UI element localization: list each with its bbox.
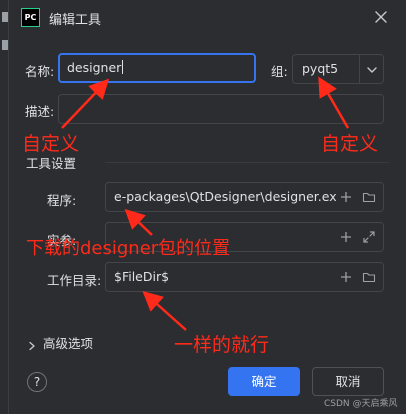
chevron-down-icon[interactable] xyxy=(365,62,379,76)
working-directory-label: 工作目录: xyxy=(47,273,102,288)
plus-icon[interactable] xyxy=(339,190,353,204)
name-input[interactable]: designer xyxy=(58,53,256,83)
close-icon[interactable] xyxy=(373,9,389,25)
title-bar: PC 编辑工具 xyxy=(9,0,406,34)
working-directory-input[interactable]: $FileDir$ xyxy=(105,262,384,292)
annotation-group: 自定义 xyxy=(321,133,379,155)
group-combobox-value: pyqt5 xyxy=(302,61,339,76)
group-label: 组: xyxy=(271,64,288,79)
description-input[interactable] xyxy=(58,94,384,124)
folder-icon[interactable] xyxy=(362,270,376,284)
combobox-divider xyxy=(359,55,360,83)
annotation-name: 自定义 xyxy=(22,133,80,155)
section-divider xyxy=(105,162,389,163)
help-button[interactable]: ? xyxy=(27,372,47,392)
advanced-options-toggle[interactable]: 高级选项 xyxy=(43,333,93,352)
watermark: CSDN @天启乘风 xyxy=(324,399,398,409)
expand-icon[interactable] xyxy=(362,230,376,244)
program-label: 程序: xyxy=(47,193,77,208)
ok-button[interactable]: 确定 xyxy=(228,367,300,396)
description-label: 描述: xyxy=(25,104,55,119)
group-combobox[interactable]: pyqt5 xyxy=(292,54,384,84)
cancel-button[interactable]: 取消 xyxy=(312,367,384,396)
plus-icon[interactable] xyxy=(339,270,353,284)
dialog-title: 编辑工具 xyxy=(49,13,102,28)
program-input-value: e-packages\QtDesigner\designer.exe xyxy=(114,189,336,204)
name-label: 名称: xyxy=(25,64,55,79)
annotation-program: 下载的designer包的位置 xyxy=(26,238,231,259)
plus-icon[interactable] xyxy=(339,230,353,244)
chevron-right-icon[interactable] xyxy=(27,336,37,351)
folder-icon[interactable] xyxy=(362,190,376,204)
working-directory-value: $FileDir$ xyxy=(114,269,170,284)
annotation-workdir: 一样的就行 xyxy=(174,334,270,356)
name-input-value: designer xyxy=(67,60,124,75)
program-input[interactable]: e-packages\QtDesigner\designer.exe xyxy=(105,182,384,212)
pycharm-logo-icon: PC xyxy=(21,8,40,27)
